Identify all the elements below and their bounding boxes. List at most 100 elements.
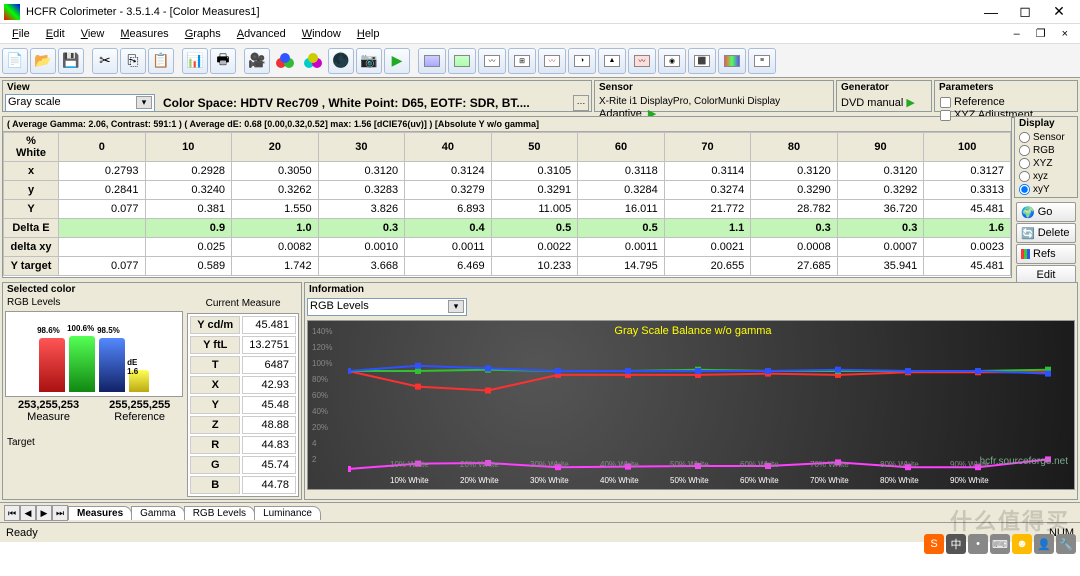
menu-window[interactable]: Window xyxy=(294,26,349,42)
statusbar: Ready NUM xyxy=(0,522,1080,542)
copy-icon[interactable]: ⎘ xyxy=(120,48,146,74)
mon5-icon[interactable]: 〰 xyxy=(538,48,566,74)
sensor-label: Sensor xyxy=(595,81,833,94)
cut-icon[interactable]: ✂ xyxy=(92,48,118,74)
tab-RGB Levels[interactable]: RGB Levels xyxy=(184,506,255,520)
mon1-icon[interactable] xyxy=(418,48,446,74)
tab-prev-icon[interactable]: ◀ xyxy=(20,505,36,521)
menu-file[interactable]: File xyxy=(4,26,38,42)
maximize-button[interactable]: ◻ xyxy=(1008,0,1042,24)
current-measure-label: Current Measure xyxy=(185,296,301,311)
view-label: View xyxy=(3,81,591,94)
generator-value: DVD manual xyxy=(841,97,903,109)
mon3-icon[interactable]: 〰 xyxy=(478,48,506,74)
tab-bar: ⏮ ◀ ▶ ⏭ MeasuresGammaRGB LevelsLuminance xyxy=(0,502,1080,522)
display-opt-RGB[interactable]: RGB xyxy=(1016,144,1076,157)
rgb-levels-label: RGB Levels xyxy=(3,296,185,309)
mon4-icon[interactable]: ⊞ xyxy=(508,48,536,74)
snapshot-icon[interactable]: 📷 xyxy=(356,48,382,74)
delete-button[interactable]: 🔄Delete xyxy=(1016,223,1076,243)
cmy-balls-icon[interactable] xyxy=(300,48,326,74)
menu-advanced[interactable]: Advanced xyxy=(229,26,294,42)
graph-area[interactable]: Gray Scale Balance w/o gamma hcfr.source… xyxy=(307,320,1075,490)
measure-table: Y cd/m45.481Y ftL13.2751T6487X42.93Y45.4… xyxy=(187,313,299,497)
colorspace-text: Color Space: HDTV Rec709 , White Point: … xyxy=(159,94,569,112)
measure-value: 253,255,253 xyxy=(18,399,79,411)
tab-Luminance[interactable]: Luminance xyxy=(254,506,321,520)
ime-zh-icon[interactable]: 中 xyxy=(946,534,966,554)
export-icon[interactable]: 📊 xyxy=(182,48,208,74)
print-icon[interactable]: 🖶 xyxy=(210,48,236,74)
parameters-label: Parameters xyxy=(935,81,1077,94)
mdi-restore[interactable]: ❐ xyxy=(1028,25,1054,42)
graph-watermark: hcfr.sourceforge.net xyxy=(980,456,1068,467)
mon7-icon[interactable]: ▲ xyxy=(598,48,626,74)
menu-edit[interactable]: Edit xyxy=(38,26,73,42)
measure-icon[interactable]: 🌑 xyxy=(328,48,354,74)
mon2-icon[interactable] xyxy=(448,48,476,74)
tab-Gamma[interactable]: Gamma xyxy=(131,506,185,520)
rgb-cylinder-chart: 98.6% 100.6% 98.5% dE 1.6 xyxy=(5,311,183,397)
display-opt-XYZ[interactable]: XYZ xyxy=(1016,157,1076,170)
ime-user-icon[interactable]: 👤 xyxy=(1034,534,1054,554)
param-reference-cb[interactable]: Reference xyxy=(939,96,1005,108)
mon9-icon[interactable]: ◉ xyxy=(658,48,686,74)
data-grid[interactable]: % White0102030405060708090100x0.27930.29… xyxy=(3,132,1011,276)
selected-panel: Selected color RGB Levels 98.6% 100.6% 9… xyxy=(2,282,302,500)
window-title: HCFR Colorimeter - 3.5.1.4 - [Color Meas… xyxy=(26,6,974,18)
go-button[interactable]: 🌍Go xyxy=(1016,202,1076,222)
info-combo[interactable]: RGB Levels xyxy=(307,298,467,316)
new-icon[interactable]: 📄 xyxy=(2,48,28,74)
image-watermark: 什么值得买 xyxy=(950,504,1070,536)
mon6-icon[interactable]: ◑ xyxy=(568,48,596,74)
toolbar: 📄 📂 💾 ✂ ⎘ 📋 📊 🖶 🎥 🌑 📷 ▶ 〰 ⊞ 〰 ◑ ▲ 〰 ◉ ⬛ … xyxy=(0,44,1080,78)
app-icon xyxy=(4,4,20,20)
ime-kb-icon[interactable]: ⌨ xyxy=(990,534,1010,554)
play-icon[interactable]: ▶ xyxy=(384,48,410,74)
generator-label: Generator xyxy=(837,81,931,94)
mdi-close[interactable]: × xyxy=(1054,26,1076,42)
mon10-icon[interactable]: ⬛ xyxy=(688,48,716,74)
paste-icon[interactable]: 📋 xyxy=(148,48,174,74)
refs-button[interactable]: Refs xyxy=(1016,244,1076,264)
open-icon[interactable]: 📂 xyxy=(30,48,56,74)
menu-view[interactable]: View xyxy=(73,26,113,42)
close-button[interactable]: ✕ xyxy=(1042,0,1076,24)
ime-overlay: S 中 • ⌨ ☻ 👤 🔧 xyxy=(924,534,1076,554)
mdi-minimize[interactable]: – xyxy=(1006,26,1028,42)
menu-measures[interactable]: Measures xyxy=(112,26,176,42)
refs-icon xyxy=(1021,249,1030,259)
menubar: File Edit View Measures Graphs Advanced … xyxy=(0,24,1080,44)
tab-next-icon[interactable]: ▶ xyxy=(36,505,52,521)
tab-Measures[interactable]: Measures xyxy=(68,506,132,520)
rgb-balls-icon[interactable] xyxy=(272,48,298,74)
reference-value: 255,255,255 xyxy=(109,399,170,411)
ime-tool-icon[interactable]: 🔧 xyxy=(1056,534,1076,554)
minimize-button[interactable]: — xyxy=(974,0,1008,24)
ime-sogou-icon[interactable]: S xyxy=(924,534,944,554)
ime-face-icon[interactable]: ☻ xyxy=(1012,534,1032,554)
display-opt-xyz[interactable]: xyz xyxy=(1016,170,1076,183)
tab-first-icon[interactable]: ⏮ xyxy=(4,505,20,521)
mon12-icon[interactable]: ≡ xyxy=(748,48,776,74)
mon11-icon[interactable] xyxy=(718,48,746,74)
colorspace-edit-icon[interactable]: … xyxy=(573,95,589,111)
ime-punct-icon[interactable]: • xyxy=(968,534,988,554)
menu-help[interactable]: Help xyxy=(349,26,388,42)
info-label: Information xyxy=(305,283,1077,296)
view-combo[interactable]: Gray scale xyxy=(5,94,155,112)
go-icon: 🌍 xyxy=(1021,206,1035,219)
mon8-icon[interactable]: 〰 xyxy=(628,48,656,74)
save-icon[interactable]: 💾 xyxy=(58,48,84,74)
tab-last-icon[interactable]: ⏭ xyxy=(52,505,68,521)
menu-graphs[interactable]: Graphs xyxy=(177,26,229,42)
generator-play-icon[interactable]: ▶ xyxy=(906,97,914,109)
display-opt-Sensor[interactable]: Sensor xyxy=(1016,131,1076,144)
status-ready: Ready xyxy=(6,527,38,539)
delete-icon: 🔄 xyxy=(1021,227,1035,240)
camera-icon[interactable]: 🎥 xyxy=(244,48,270,74)
selected-label: Selected color xyxy=(3,283,301,296)
target-label: Target xyxy=(3,423,185,450)
display-label: Display xyxy=(1015,117,1077,130)
display-opt-xyY[interactable]: xyY xyxy=(1016,183,1076,196)
